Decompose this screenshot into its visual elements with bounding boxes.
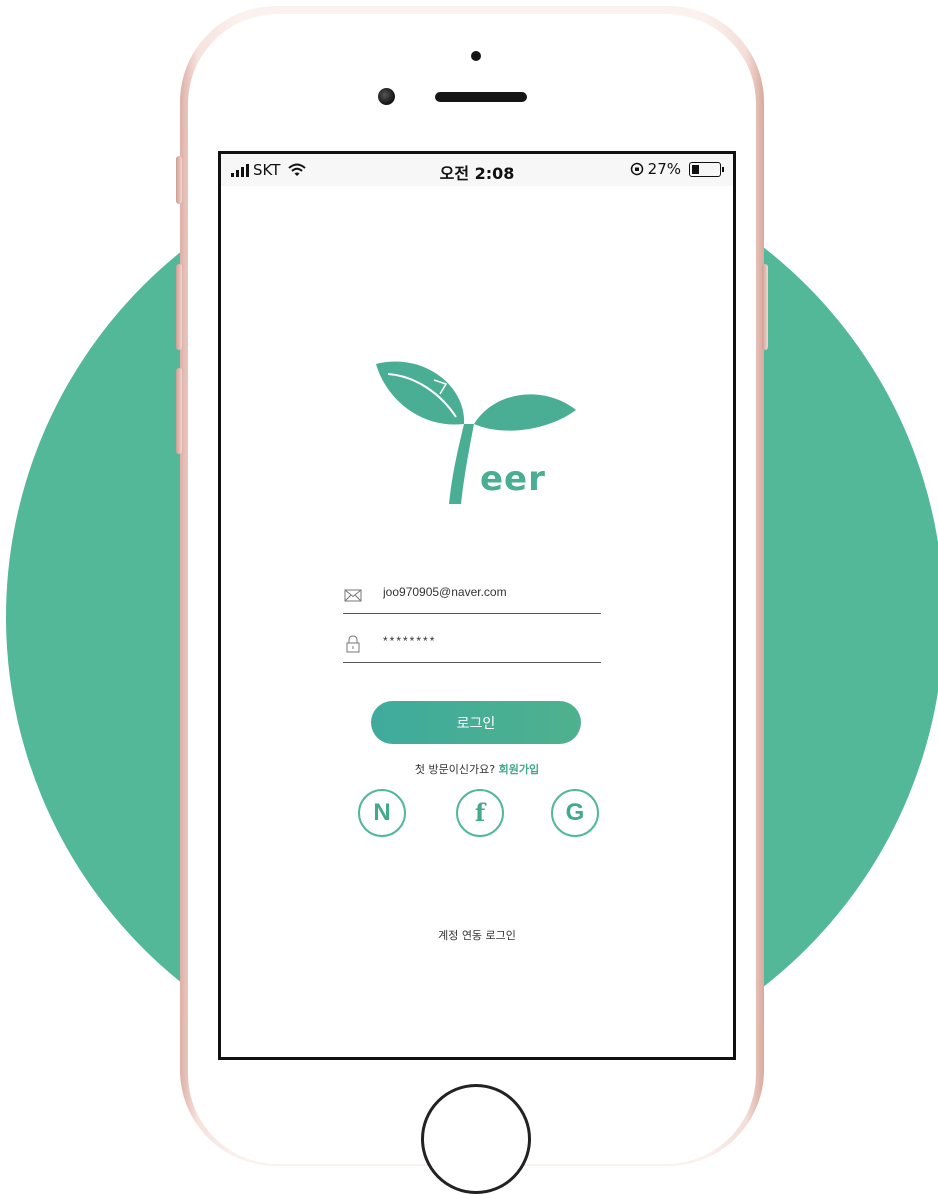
volume-down-button	[176, 368, 182, 454]
login-button[interactable]: 로그인	[371, 701, 581, 744]
status-right: 27%	[630, 160, 724, 178]
orientation-lock-icon	[630, 162, 643, 176]
battery-icon	[689, 161, 724, 177]
email-field[interactable]	[343, 579, 601, 614]
status-bar: SKT 오전 2:08 27%	[221, 154, 733, 186]
phone-screen: SKT 오전 2:08 27% eer joo970905@naver.com …	[218, 151, 736, 1060]
google-login-button[interactable]: G	[551, 789, 599, 837]
logo-wordmark: eer	[480, 459, 546, 499]
battery-percent: 27%	[647, 160, 681, 178]
power-button	[762, 264, 768, 350]
volume-up-button	[176, 264, 182, 350]
password-input[interactable]	[383, 634, 598, 648]
email-input[interactable]	[383, 585, 598, 599]
peer-logo-icon	[376, 361, 576, 504]
front-camera-icon	[378, 88, 395, 105]
lock-icon	[346, 635, 360, 653]
naver-login-button[interactable]: N	[358, 789, 406, 837]
earpiece-speaker	[435, 92, 527, 102]
social-login-row: N f G	[358, 789, 599, 839]
proximity-sensor	[471, 51, 481, 61]
mute-switch	[176, 156, 182, 204]
social-login-caption: 계정 연동 로그인	[438, 929, 516, 942]
signup-prompt: 첫 방문이신가요?	[414, 763, 496, 776]
battery-fill	[692, 164, 700, 174]
password-field[interactable]	[343, 628, 601, 663]
home-button[interactable]	[421, 1084, 531, 1194]
signup-link[interactable]: 회원가입	[499, 763, 539, 776]
facebook-login-button[interactable]: f	[456, 789, 504, 837]
envelope-icon	[344, 589, 362, 602]
signup-prompt-line: 첫 방문이신가요? 회원가입	[221, 761, 733, 777]
